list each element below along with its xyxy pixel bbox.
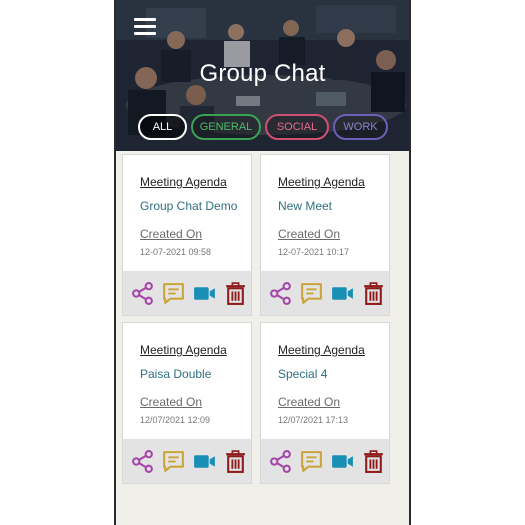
chat-card[interactable]: Meeting Agenda New Meet Created On 12-07… [260, 154, 390, 316]
tab-social[interactable]: SOCIAL [265, 114, 329, 140]
created-on-label: Created On [278, 395, 341, 409]
created-on-label: Created On [140, 395, 203, 409]
chat-icon[interactable] [161, 281, 186, 306]
card-chat-name: New Meet [278, 199, 333, 213]
created-on-label: Created On [140, 227, 203, 241]
chat-card[interactable]: Meeting Agenda Paisa Double Created On 1… [122, 322, 252, 484]
card-label: Meeting Agenda [278, 343, 365, 357]
card-chat-name: Group Chat Demo [140, 199, 238, 213]
created-date: 12-07-2021 09:58 [140, 247, 212, 257]
header-banner: Group Chat ALL GENERAL SOCIAL WORK [116, 0, 409, 151]
phone-screen: Group Chat ALL GENERAL SOCIAL WORK Meeti… [114, 0, 411, 525]
chat-card[interactable]: Meeting Agenda Special 4 Created On 12/0… [260, 322, 390, 484]
video-call-icon[interactable] [192, 449, 217, 474]
card-chat-name: Special 4 [278, 367, 328, 381]
created-date: 12/07/2021 17:13 [278, 415, 349, 425]
video-call-icon[interactable] [330, 281, 355, 306]
category-tabs: ALL GENERAL SOCIAL WORK [138, 114, 388, 142]
chat-icon[interactable] [161, 449, 186, 474]
trash-icon[interactable] [223, 281, 248, 306]
trash-icon[interactable] [361, 449, 386, 474]
card-label: Meeting Agenda [140, 343, 227, 357]
chat-card[interactable]: Meeting Agenda Group Chat Demo Created O… [122, 154, 252, 316]
share-icon[interactable] [130, 281, 155, 306]
trash-icon[interactable] [223, 449, 248, 474]
share-icon[interactable] [268, 449, 293, 474]
trash-icon[interactable] [361, 281, 386, 306]
chat-icon[interactable] [299, 449, 324, 474]
card-label: Meeting Agenda [278, 175, 365, 189]
created-date: 12-07-2021 10:17 [278, 247, 350, 257]
tab-work[interactable]: WORK [333, 114, 388, 140]
card-label: Meeting Agenda [140, 175, 227, 189]
page-title: Group Chat [199, 60, 326, 87]
created-date: 12/07/2021 12:09 [140, 415, 211, 425]
card-chat-name: Paisa Double [140, 367, 212, 381]
card-actions [261, 271, 389, 315]
card-actions [261, 439, 389, 483]
share-icon[interactable] [130, 449, 155, 474]
tab-general[interactable]: GENERAL [191, 114, 261, 140]
video-call-icon[interactable] [192, 281, 217, 306]
video-call-icon[interactable] [330, 449, 355, 474]
created-on-label: Created On [278, 227, 341, 241]
chat-icon[interactable] [299, 281, 324, 306]
share-icon[interactable] [268, 281, 293, 306]
card-actions [123, 271, 251, 315]
menu-icon[interactable] [134, 18, 156, 35]
tab-all[interactable]: ALL [138, 114, 187, 140]
card-actions [123, 439, 251, 483]
